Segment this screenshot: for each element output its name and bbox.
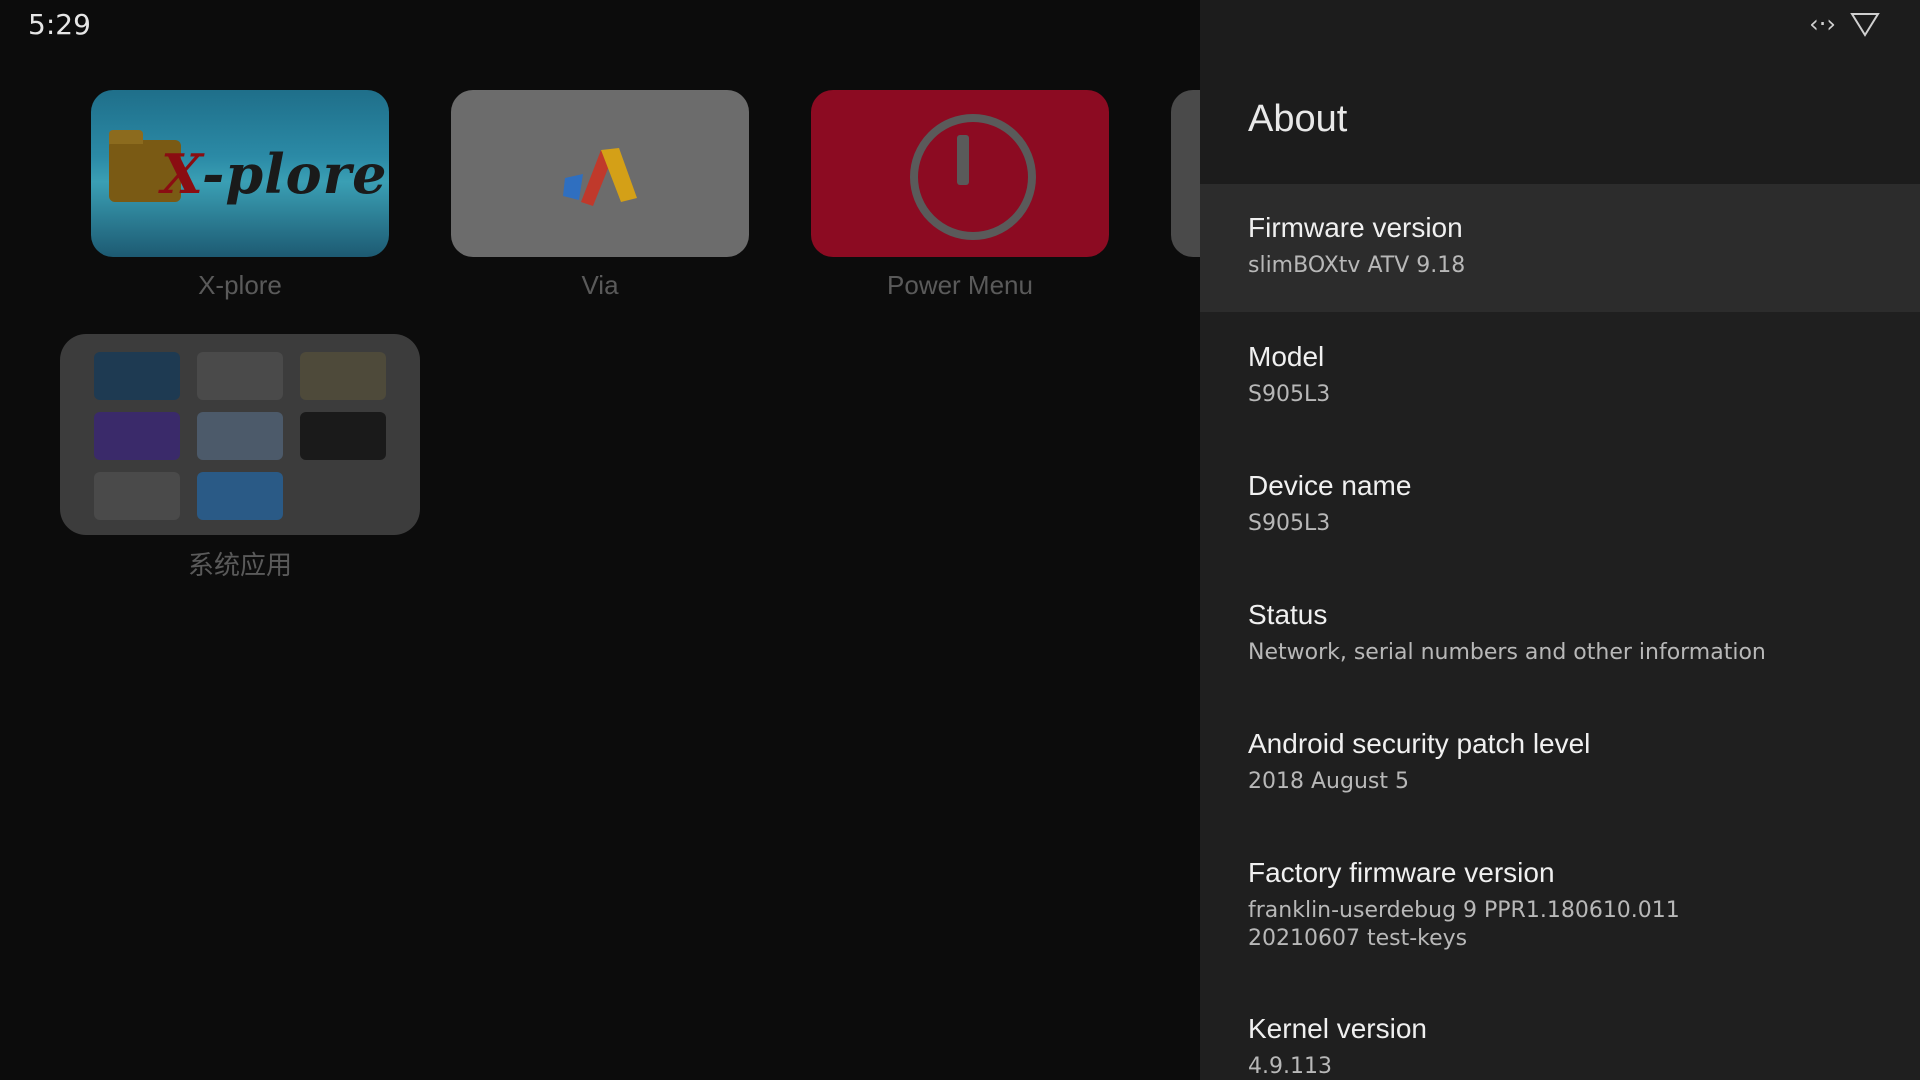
setting-item-kernel-version[interactable]: Kernel version 4.9.113	[1200, 985, 1920, 1080]
network-arrows-icon: ‹·›	[1809, 10, 1836, 38]
wifi-icon	[1850, 13, 1880, 37]
power-icon-bar	[957, 135, 969, 185]
about-panel: ‹·› About Firmware version slimBOXtv ATV…	[1200, 0, 1920, 1080]
power-icon	[910, 114, 1036, 240]
launcher-background: 5:29 X-plore X-plore Via Power Menu 系统应用	[0, 0, 1211, 1080]
app-tile-power-menu[interactable]	[811, 90, 1109, 257]
setting-item-security-patch[interactable]: Android security patch level 2018 August…	[1200, 700, 1920, 828]
item-subtitle: S905L3	[1248, 382, 1331, 407]
equalizer-icon	[94, 412, 180, 460]
via-icon	[563, 148, 637, 206]
folder-system-apps[interactable]	[60, 334, 420, 535]
apps-grid-icon	[300, 412, 386, 460]
about-title: About	[1248, 98, 1348, 140]
google-play-store-icon	[197, 352, 283, 400]
app-label-via: Via	[581, 270, 619, 300]
item-subtitle: Network, serial numbers and other inform…	[1248, 640, 1766, 665]
item-subtitle: 4.9.113	[1248, 1054, 1332, 1079]
setting-item-status[interactable]: Status Network, serial numbers and other…	[1200, 571, 1920, 699]
app-label-power-menu: Power Menu	[887, 270, 1033, 300]
camera-icon	[197, 472, 283, 520]
item-subtitle: franklin-userdebug 9 PPR1.180610.011 202…	[1248, 898, 1680, 951]
item-subtitle: slimBOXtv ATV 9.18	[1248, 253, 1466, 278]
media-icon	[197, 412, 283, 460]
file-browser-icon	[300, 352, 386, 400]
about-header: ‹·› About	[1200, 0, 1920, 184]
item-title: Model	[1248, 341, 1325, 372]
settings-icon	[94, 352, 180, 400]
status-icons: ‹·›	[1809, 10, 1880, 38]
app-tile-xplore[interactable]: X-plore	[91, 90, 389, 257]
item-title: Device name	[1248, 470, 1412, 501]
setting-item-device-name[interactable]: Device name S905L3	[1200, 442, 1920, 570]
item-title: Firmware version	[1248, 212, 1463, 243]
item-subtitle: 2018 August 5	[1248, 769, 1409, 794]
setting-item-firmware-version[interactable]: Firmware version slimBOXtv ATV 9.18	[1200, 184, 1920, 312]
xplore-logo: X-plore	[161, 142, 388, 206]
item-title: Status	[1248, 599, 1328, 630]
item-title: Android security patch level	[1248, 728, 1591, 759]
setting-item-model[interactable]: Model S905L3	[1200, 313, 1920, 441]
app-tile-via[interactable]	[451, 90, 749, 257]
app-label-xplore: X-plore	[198, 270, 282, 300]
leankey-keyboard-icon	[94, 472, 180, 520]
setting-item-factory-firmware[interactable]: Factory firmware version franklin-userde…	[1200, 829, 1920, 985]
item-subtitle: S905L3	[1248, 511, 1331, 536]
item-title: Factory firmware version	[1248, 857, 1555, 888]
item-title: Kernel version	[1248, 1013, 1427, 1044]
status-clock: 5:29	[28, 8, 91, 41]
folder-label-system-apps: 系统应用	[187, 551, 292, 581]
